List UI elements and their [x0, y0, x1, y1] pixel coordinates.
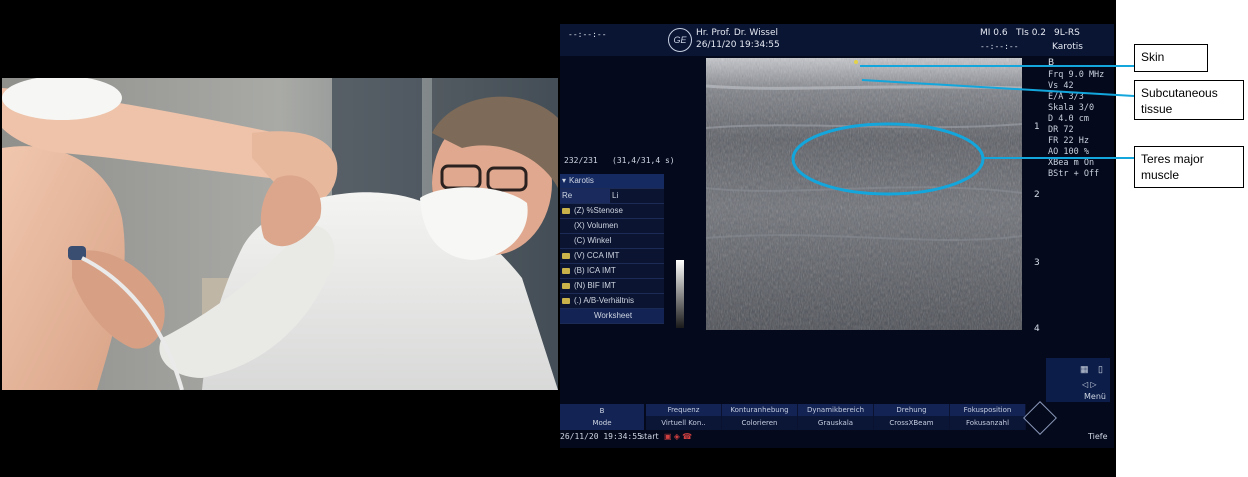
label-subcutaneous: Subcutaneous tissue	[1134, 80, 1244, 120]
label-teres-major: Teres major muscle	[1134, 146, 1244, 188]
subcutaneous-pointer-line	[861, 79, 1135, 97]
annotation-overlay	[791, 65, 1135, 196]
teres-ellipse	[791, 122, 985, 196]
label-skin: Skin	[1134, 44, 1208, 72]
